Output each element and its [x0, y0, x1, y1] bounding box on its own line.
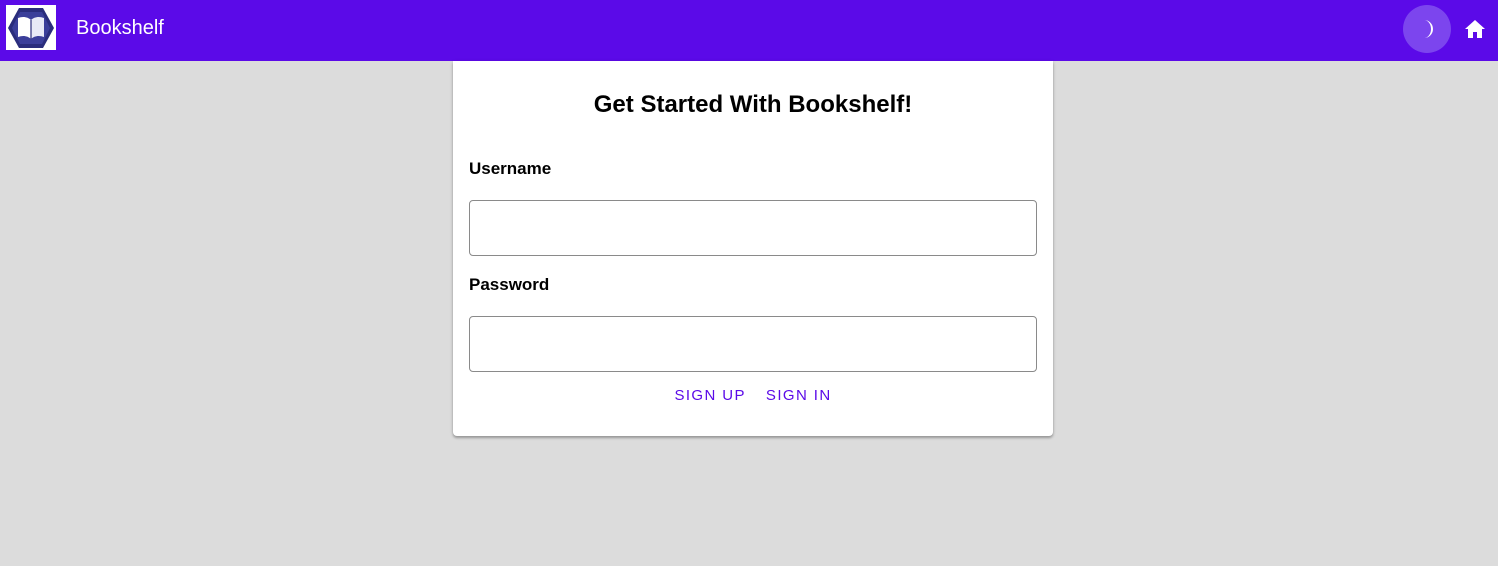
bookshelf-logo[interactable]	[6, 5, 56, 50]
theme-toggle-button[interactable]	[1403, 5, 1451, 53]
password-input[interactable]	[469, 316, 1037, 372]
password-label: Password	[469, 275, 550, 294]
username-input[interactable]	[469, 200, 1037, 256]
app-title: Bookshelf	[76, 17, 164, 39]
auth-actions: SIGN UP SIGN IN	[453, 383, 1053, 409]
home-button[interactable]	[1463, 17, 1487, 41]
open-book-hexagon-logo-icon	[8, 7, 54, 48]
login-card: Get Started With Bookshelf! Username Pas…	[453, 61, 1053, 436]
card-title: Get Started With Bookshelf!	[593, 91, 913, 118]
app-bar: Bookshelf	[0, 0, 1498, 61]
half-moon-icon	[1424, 20, 1434, 38]
username-label: Username	[469, 159, 552, 178]
sign-in-button[interactable]: SIGN IN	[757, 383, 841, 409]
home-icon	[1465, 20, 1485, 38]
sign-up-button[interactable]: SIGN UP	[665, 383, 754, 409]
